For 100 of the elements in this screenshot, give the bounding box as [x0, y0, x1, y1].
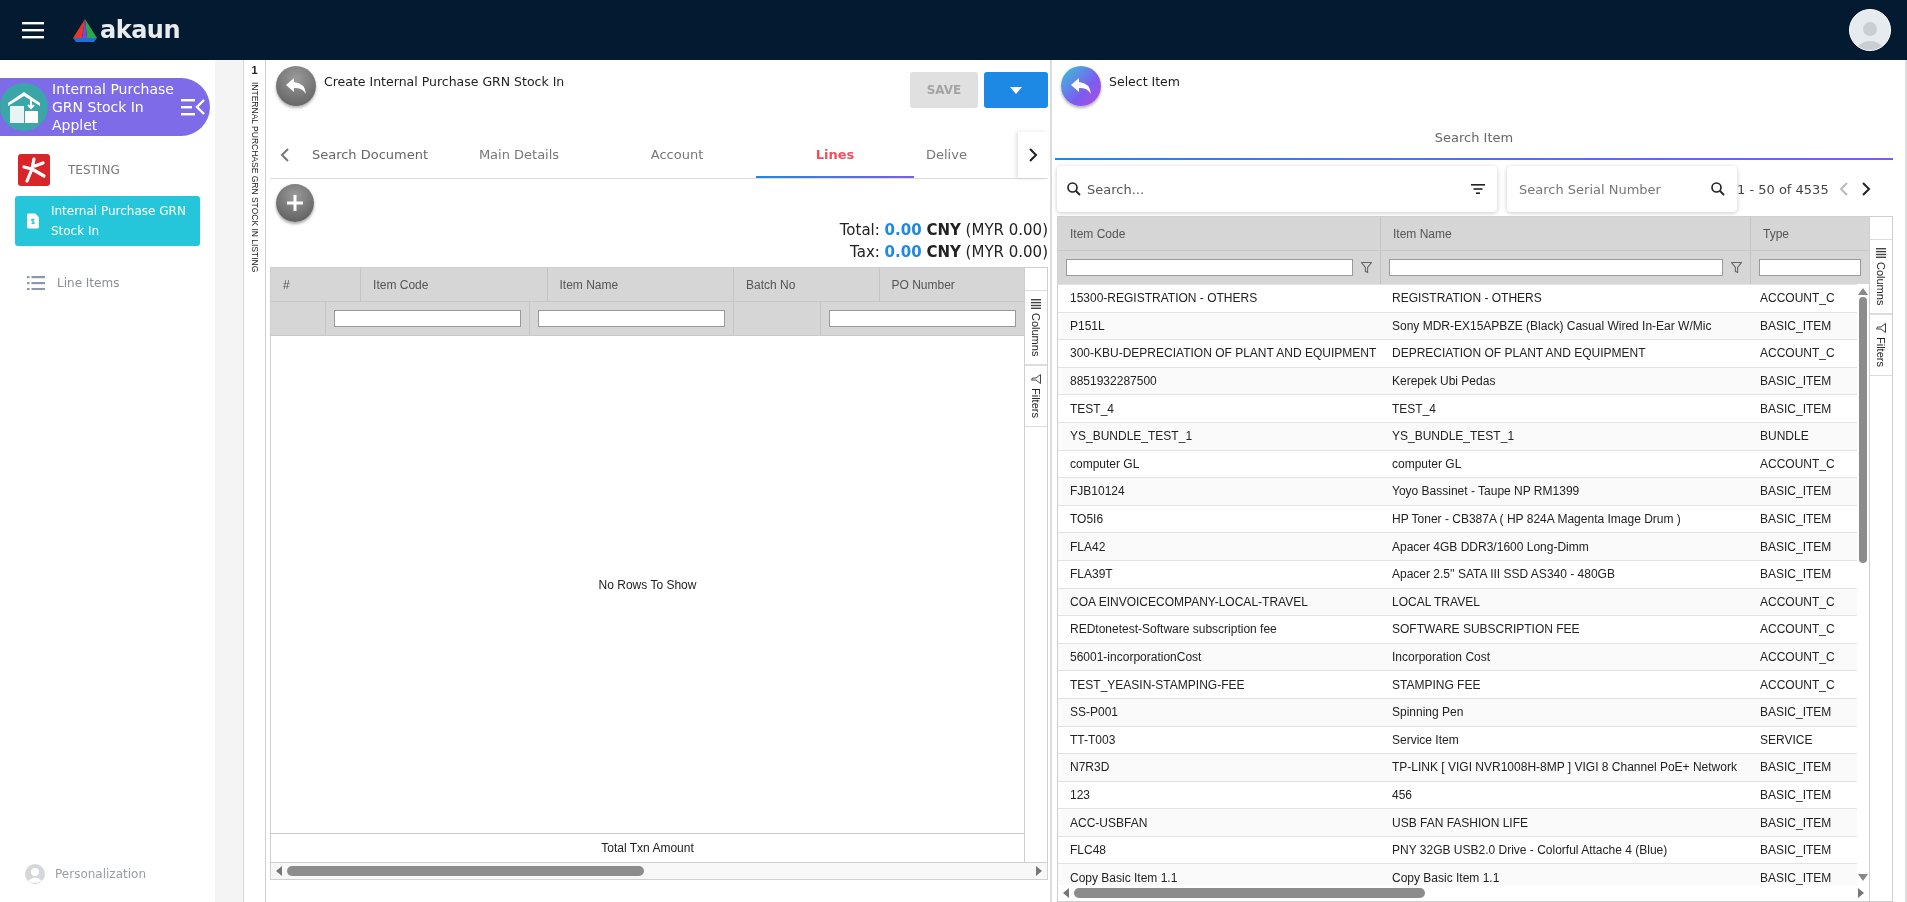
- filter-input[interactable]: [333, 310, 521, 327]
- table-cell-text: COA EINVOICECOMPANY-LOCAL-TRAVEL: [1069, 593, 1309, 611]
- tab[interactable]: Main Details: [440, 132, 598, 178]
- filter-input[interactable]: [1389, 259, 1723, 276]
- table-cell-text: TEST_YEASIN-STAMPING-FEE: [1069, 676, 1246, 694]
- filters-button[interactable]: Filters: [1870, 314, 1892, 377]
- table-cell-text: REDtonetest-Software subscription fee: [1069, 621, 1278, 639]
- table-cell-text: BASIC_ITEM: [1759, 511, 1833, 529]
- filter-input[interactable]: [1759, 259, 1861, 276]
- columns-icon: [1031, 299, 1041, 309]
- dropdown-button[interactable]: [984, 72, 1048, 108]
- table-cell-text: ACCOUNT_C: [1759, 455, 1836, 473]
- table-cell-text: HP Toner - CB387A ( HP 824A Magenta Image Drum ): [1391, 511, 1682, 529]
- table-cell-text: ACCOUNT_C: [1759, 593, 1836, 611]
- filter-icon[interactable]: [1361, 262, 1372, 273]
- tab[interactable]: Account: [598, 132, 756, 178]
- table-cell-text: Copy Basic Item 1.1: [1391, 869, 1501, 887]
- column-header[interactable]: Item Code: [1058, 217, 1380, 250]
- tab[interactable]: Lines: [756, 132, 914, 178]
- table-cell-text: Yoyo Bassinet - Taupe NP RM1399: [1391, 483, 1581, 501]
- logo-text: akaun: [100, 16, 181, 44]
- table-cell-text: Service Item: [1391, 731, 1460, 749]
- scroll-down-icon[interactable]: [1858, 874, 1868, 881]
- table-cell-text: BASIC_ITEM: [1759, 317, 1833, 335]
- table-cell-text: BASIC_ITEM: [1759, 400, 1833, 418]
- table-cell-text: 456: [1391, 787, 1414, 804]
- filter-input[interactable]: [829, 310, 1016, 327]
- search-field[interactable]: Search...: [1057, 166, 1497, 212]
- user-avatar[interactable]: [1849, 9, 1891, 51]
- filter-list-icon[interactable]: [1471, 184, 1485, 194]
- table-cell-text: BASIC_ITEM: [1759, 759, 1833, 777]
- table-cell-text: FLA42: [1069, 538, 1107, 556]
- tab-label: INTERNAL PURCHASE GRN STOCK IN LISTING: [249, 82, 260, 273]
- panel-title: Select Item: [1109, 74, 1180, 89]
- scrollbar-thumb[interactable]: [1074, 888, 1425, 898]
- serial-search-field[interactable]: Search Serial Number: [1507, 166, 1737, 212]
- table-cell-text: TEST_4: [1069, 400, 1115, 418]
- table-cell-text: YS_BUNDLE_TEST_1: [1069, 428, 1194, 446]
- table-cell-text: ACCOUNT_C: [1759, 290, 1836, 308]
- table-cell-text: Apacer 2.5'' SATA III SSD AS340 - 480GB: [1391, 566, 1616, 584]
- filters-button[interactable]: Filters: [1025, 365, 1047, 428]
- scroll-right-icon[interactable]: [1035, 866, 1043, 876]
- company-logo-icon: [18, 154, 50, 186]
- menu-icon[interactable]: [22, 21, 44, 39]
- collapse-icon: [181, 98, 205, 116]
- document-icon: [27, 211, 39, 231]
- table-cell-text: TO5I6: [1069, 511, 1105, 529]
- table-cell-text: 56001-incorporationCost: [1069, 649, 1203, 666]
- add-button[interactable]: [276, 184, 314, 222]
- chevron-left-icon: [1838, 182, 1849, 196]
- table-cell-text: Copy Basic Item 1.1: [1069, 869, 1179, 887]
- table-cell-text: DEPRECIATION OF PLANT AND EQUIPMENT: [1391, 345, 1647, 363]
- table-cell-text: LOCAL TRAVEL: [1391, 593, 1481, 611]
- table-cell-text: Sony MDR-EX15APBZE (Black) Casual Wired In-Ear W/Mic: [1391, 317, 1713, 335]
- table-cell-text: FLA39T: [1069, 566, 1114, 584]
- chevron-left-icon: [280, 148, 290, 162]
- search-icon: [1067, 182, 1081, 196]
- pagination-text: 1 - 50 of 4535: [1737, 181, 1829, 197]
- scroll-right-icon[interactable]: [1857, 888, 1865, 898]
- back-button[interactable]: [1061, 66, 1101, 106]
- table-cell-text: YS_BUNDLE_TEST_1: [1391, 428, 1516, 446]
- table-cell-text: BASIC_ITEM: [1759, 566, 1833, 584]
- personalization-link[interactable]: Personalization: [0, 864, 215, 902]
- columns-button[interactable]: Columns: [1870, 239, 1892, 315]
- table-cell-text: BASIC_ITEM: [1759, 373, 1833, 391]
- horizontal-scrollbar[interactable]: [270, 863, 1048, 880]
- table-cell-text: N7R3D: [1069, 759, 1111, 777]
- table-cell-text: 123: [1069, 787, 1092, 804]
- columns-icon: [1876, 248, 1886, 258]
- back-button[interactable]: [276, 66, 316, 106]
- total-text: Total: 0.00 CNY (MYR 0.00): [839, 220, 1048, 241]
- scrollbar-thumb[interactable]: [287, 866, 645, 876]
- scrollbar-thumb[interactable]: [1859, 297, 1867, 564]
- column-header[interactable]: #: [271, 268, 361, 301]
- total-txn-amount: Total Txn Amount: [271, 833, 1024, 862]
- tab[interactable]: Delive: [914, 132, 980, 178]
- scroll-left-icon[interactable]: [1062, 888, 1070, 898]
- table-cell-text: 15300-REGISTRATION - OTHERS: [1069, 290, 1259, 308]
- table-cell-text: P151L: [1069, 317, 1106, 335]
- tab[interactable]: Search Document: [300, 132, 440, 178]
- nav-item[interactable]: Line Items: [15, 268, 200, 298]
- columns-button[interactable]: Columns: [1025, 290, 1047, 366]
- logo-icon: [72, 18, 98, 42]
- table-cell-text: TP-LINK [ VIGI NVR1008H-8MP ] VIGI 8 Channel PoE+ Network: [1391, 759, 1738, 777]
- scroll-up-icon[interactable]: [1858, 288, 1868, 295]
- scroll-left-icon[interactable]: [275, 866, 283, 876]
- panel-title: Create Internal Purchase GRN Stock In: [324, 74, 565, 89]
- table-cell-text: ACCOUNT_C: [1759, 621, 1836, 639]
- table-cell-text: FLC48: [1069, 842, 1108, 860]
- table-cell-text: BASIC_ITEM: [1759, 704, 1833, 722]
- tab[interactable]: Search Item: [1055, 116, 1893, 158]
- search-icon[interactable]: [1711, 182, 1725, 196]
- filter-input[interactable]: [537, 310, 725, 327]
- table-cell-text: BASIC_ITEM: [1759, 538, 1833, 556]
- filter-icon: [1031, 374, 1041, 385]
- filter-icon[interactable]: [1731, 262, 1742, 273]
- table-cell-text: BASIC_ITEM: [1759, 842, 1833, 860]
- table-cell-text: ACC-USBFAN: [1069, 814, 1149, 832]
- filter-input[interactable]: [1066, 259, 1353, 276]
- table-cell-text: PNY 32GB USB2.0 Drive - Colorful Attache 4 (Blue): [1391, 842, 1669, 860]
